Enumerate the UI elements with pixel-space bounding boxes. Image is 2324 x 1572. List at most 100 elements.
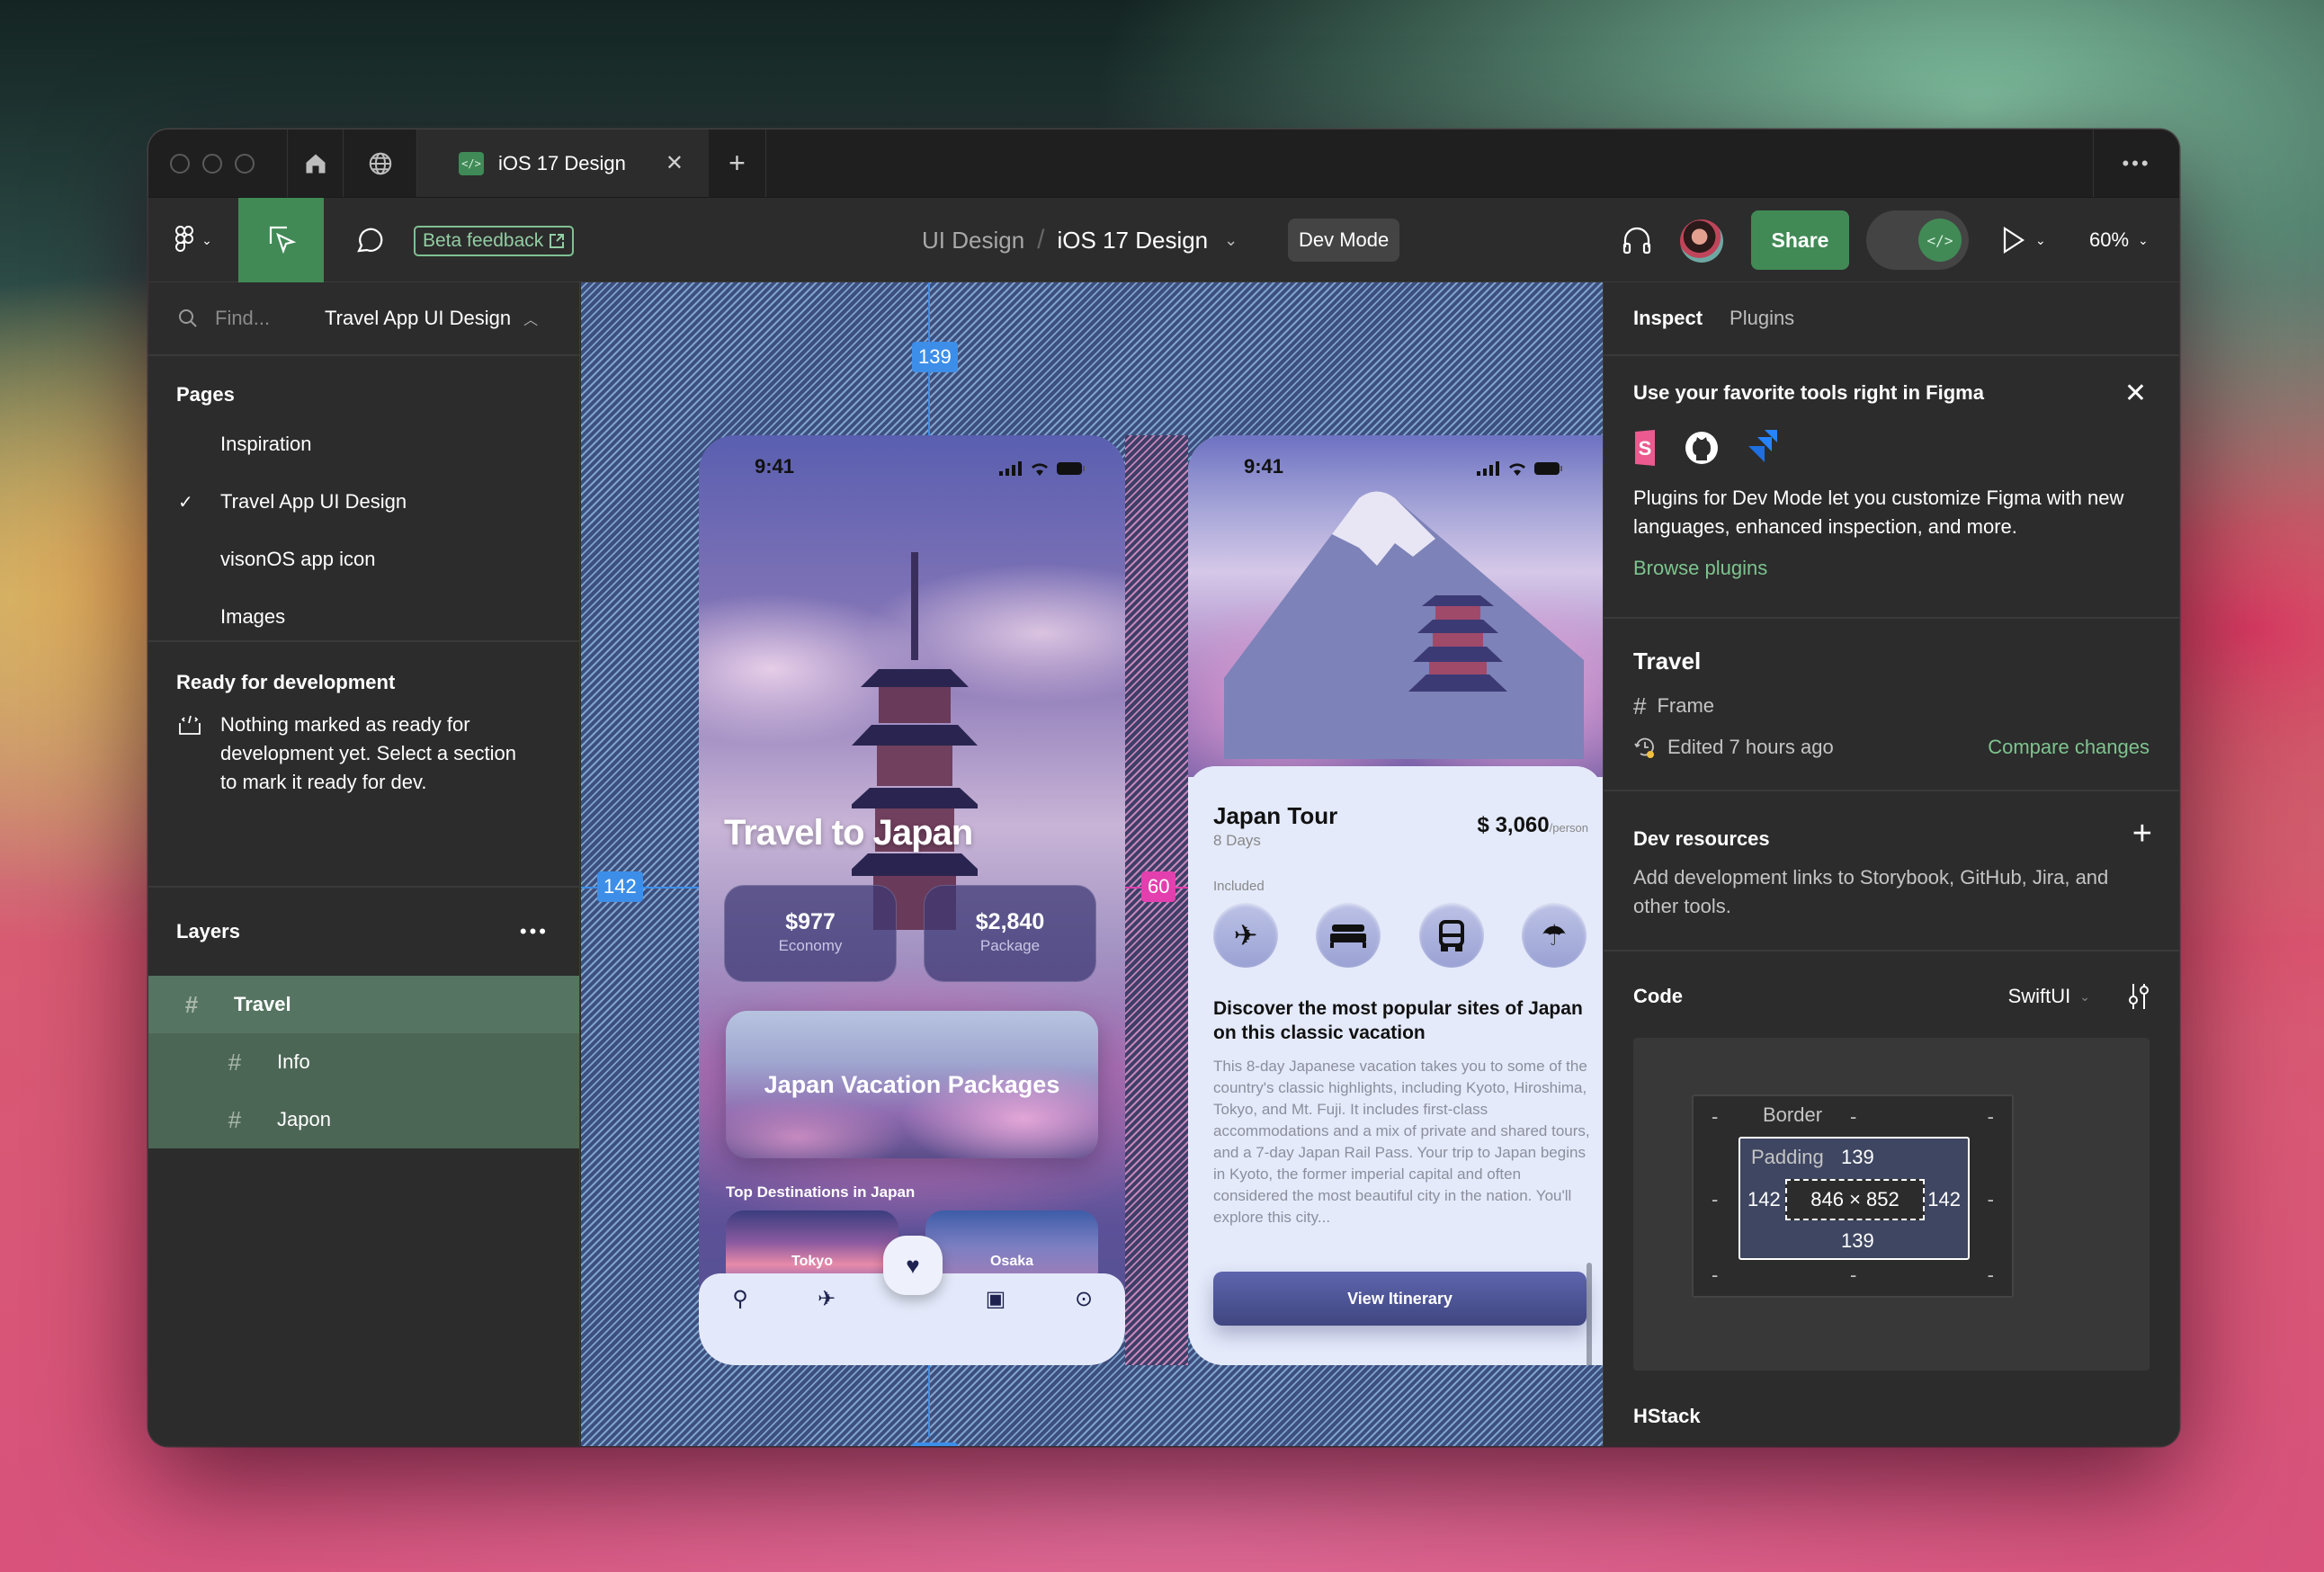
ready-for-dev-empty-text: Nothing marked as ready for development … [220, 713, 516, 793]
layer-travel[interactable]: # Travel [148, 976, 579, 1033]
chevron-down-icon: ⌄ [2138, 232, 2149, 247]
status-time: 9:41 [1244, 455, 1284, 478]
browse-plugins-link[interactable]: Browse plugins [1633, 554, 2150, 583]
layers-heading: Layers [176, 920, 240, 942]
zoom-menu[interactable]: 60% ⌄ [2089, 198, 2149, 282]
breadcrumb-file[interactable]: iOS 17 Design [1058, 227, 1209, 255]
border-label: Border [1763, 1103, 1823, 1126]
dev-mode-toggle[interactable]: </> [1866, 210, 1969, 270]
language-select[interactable]: SwiftUI ⌄ [2008, 985, 2090, 1008]
figma-logo-icon [175, 226, 194, 252]
frame-icon: # [228, 1105, 242, 1133]
close-tab-icon[interactable]: ✕ [666, 150, 684, 176]
frame-info[interactable]: 9:41 Japan Tour 8 Days $ 3,060/person In… [1188, 435, 1603, 1365]
design-canvas[interactable]: 9:41 Travel to Japan $977 Economy $2,840… [581, 282, 1603, 1446]
padding-right: 142 [1927, 1188, 1961, 1210]
ready-for-dev-heading: Ready for development [176, 671, 396, 693]
share-button[interactable]: Share [1751, 210, 1849, 270]
search-input[interactable]: Find... [215, 307, 323, 330]
minimize-window-button[interactable] [202, 153, 222, 174]
mount-fuji-illustration [1224, 491, 1584, 759]
plus-icon: + [728, 147, 746, 179]
description-scrollbar[interactable] [1587, 1263, 1592, 1365]
frame-icon: # [184, 990, 199, 1018]
box-model-diagram: - Border - - - - - - - Padding 139 142 1… [1633, 1038, 2150, 1371]
layers-options-icon[interactable]: ••• [520, 920, 549, 943]
compare-changes-link[interactable]: Compare changes [1988, 733, 2150, 762]
history-icon [1634, 737, 1654, 758]
community-button[interactable] [344, 130, 417, 197]
destination-card-tokyo[interactable]: Tokyo [726, 1210, 898, 1282]
page-item-images[interactable]: Images [148, 588, 579, 640]
inspect-panel: Inspect Plugins Use your favorite tools … [1603, 282, 2179, 1446]
dev-resources: Dev resources + Add development links to… [1604, 791, 2179, 951]
file-menu-chevron-icon[interactable]: ⌄ [1224, 231, 1238, 250]
audio-huddle-button[interactable] [1610, 198, 1664, 282]
battery-icon [1534, 462, 1562, 475]
beach-umbrella-icon[interactable]: ☂ [1521, 903, 1587, 968]
new-tab-button[interactable]: + [709, 130, 766, 197]
airplane-icon[interactable]: ✈ [809, 1286, 845, 1312]
price-card-package[interactable]: $2,840 Package [924, 885, 1096, 982]
main-menu-button[interactable]: ⌄ [157, 198, 229, 282]
search-bar: Find... Travel App UI Design ︿ [148, 282, 579, 356]
layer-japon[interactable]: # Japon [148, 1091, 579, 1148]
price-card-economy[interactable]: $977 Economy [724, 885, 897, 982]
page-item-inspiration[interactable]: Inspiration [148, 415, 579, 473]
code-settings-icon[interactable] [2128, 982, 2150, 1011]
frame-icon: # [228, 1048, 242, 1076]
panel-tabs: Inspect Plugins [1604, 282, 2179, 356]
layer-info[interactable]: # Info [148, 1033, 579, 1091]
figma-window: </> iOS 17 Design ✕ + ••• ⌄ Beta feedbac… [148, 130, 2179, 1446]
tour-headline: Discover the most popular sites of Japan… [1213, 998, 1583, 1043]
hero-title: Travel to Japan [724, 813, 973, 853]
flight-icon[interactable]: ✈ [1213, 903, 1278, 968]
github-logo-icon [1685, 432, 1718, 464]
tab-inspect[interactable]: Inspect [1633, 307, 1703, 330]
select-tool-button[interactable] [238, 198, 324, 282]
padding-top: 139 [1841, 1146, 1874, 1168]
vacation-packages-card[interactable]: Japan Vacation Packages [726, 1011, 1098, 1158]
chevron-down-icon: ⌄ [201, 232, 212, 247]
page-switcher[interactable]: Travel App UI Design [325, 307, 511, 330]
favorites-tab-button[interactable]: ♥ [883, 1236, 943, 1295]
status-time: 9:41 [755, 455, 795, 478]
ticket-icon[interactable]: ▣ [978, 1286, 1014, 1312]
chevron-up-icon[interactable]: ︿ [523, 308, 538, 329]
user-avatar[interactable] [1680, 219, 1723, 263]
padding-label: Padding [1751, 1146, 1824, 1168]
padding-bottom: 139 [1841, 1229, 1874, 1252]
breadcrumb-project[interactable]: UI Design [922, 227, 1024, 255]
page-item-visionos-app-icon[interactable]: visonOS app icon [148, 531, 579, 588]
included-label: Included [1213, 879, 1265, 894]
status-bar: 9:41 [699, 455, 1125, 482]
page-item-travel-app-ui-design[interactable]: ✓ Travel App UI Design [148, 473, 579, 531]
more-menu-button[interactable]: ••• [2093, 130, 2179, 197]
hotel-bed-icon[interactable] [1316, 903, 1381, 968]
edited-timestamp: Edited 7 hours ago [1667, 736, 1834, 758]
beta-feedback-button[interactable]: Beta feedback [414, 226, 575, 256]
home-button[interactable] [288, 130, 344, 197]
cellular-signal-icon [1477, 461, 1499, 476]
toolbar: ⌄ Beta feedback UI Design / iOS 17 Desig… [148, 198, 2179, 282]
dev-resources-title: Dev resources [1633, 827, 1770, 850]
spacing-label-left: 142 [597, 871, 643, 902]
tab-ios17-design[interactable]: </> iOS 17 Design ✕ [417, 130, 709, 197]
destination-card-osaka[interactable]: Osaka [925, 1210, 1098, 1282]
more-circle-icon[interactable]: ⊙ [1066, 1286, 1102, 1312]
dev-mode-badge: Dev Mode [1288, 219, 1400, 262]
comment-tool-button[interactable] [337, 198, 400, 282]
close-window-button[interactable] [170, 153, 190, 174]
present-button[interactable]: ⌄ [2001, 198, 2046, 282]
close-promo-icon[interactable]: ✕ [2124, 378, 2147, 409]
selection-type: Frame [1657, 694, 1715, 717]
frame-japon[interactable]: 9:41 Travel to Japan $977 Economy $2,840… [699, 435, 1125, 1365]
promo-body: Plugins for Dev Mode let you customize F… [1633, 487, 2124, 538]
ellipsis-icon: ••• [2122, 151, 2151, 174]
map-pin-icon[interactable]: ⚲ [722, 1286, 758, 1312]
tab-plugins[interactable]: Plugins [1730, 307, 1794, 330]
maximize-window-button[interactable] [235, 153, 255, 174]
view-itinerary-button[interactable]: View Itinerary [1213, 1272, 1587, 1326]
bus-icon[interactable] [1418, 903, 1484, 968]
add-resource-icon[interactable]: + [2132, 815, 2152, 853]
